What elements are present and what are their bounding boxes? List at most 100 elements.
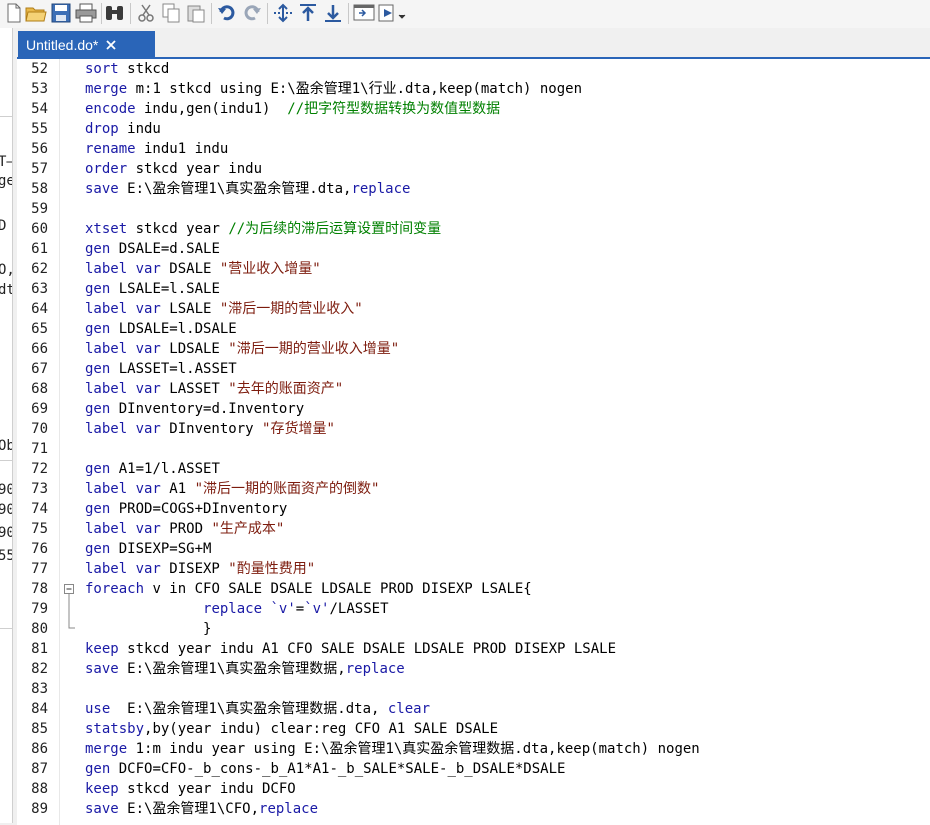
code-line[interactable]: label var LASSET "去年的账面资产" [85, 379, 343, 399]
keyword-token: replace [259, 801, 319, 817]
copy-icon[interactable] [160, 2, 182, 24]
code-token: PROD [160, 521, 212, 537]
string-token: "酌量性费用" [228, 561, 316, 577]
fold-toggle-icon[interactable] [64, 584, 74, 594]
keyword-token: replace [203, 601, 263, 617]
keyword-token: sort [85, 61, 119, 77]
code-token: DSALE=d.SALE [110, 241, 220, 257]
line-number: 59 [31, 201, 48, 217]
code-line[interactable]: save E:\盈余管理1\真实盈余管理数据,replace [85, 659, 405, 679]
open-folder-icon[interactable] [25, 2, 47, 24]
code-line[interactable]: keep stkcd year indu A1 CFO SALE DSALE L… [85, 639, 616, 659]
line-number: 53 [31, 81, 48, 97]
print-icon[interactable] [75, 2, 97, 24]
keyword-token: gen [85, 321, 111, 337]
code-line[interactable]: save E:\盈余管理1\真实盈余管理.dta,replace [85, 179, 410, 199]
keyword-token: clear [387, 701, 431, 717]
code-token: 1:m indu year using E:\盈余管理1\真实盈余管理数据.dt… [127, 741, 700, 757]
line-number: 77 [31, 561, 48, 577]
code-line[interactable]: encode indu,gen(indu1) //把字符型数据转换为数值型数据 [85, 99, 500, 119]
run-selection-up-icon[interactable] [297, 2, 319, 24]
code-line[interactable]: gen LDSALE=l.DSALE [85, 319, 237, 339]
code-token: LDSALE [160, 341, 229, 357]
code-line[interactable]: gen DCFO=CFO-_b_cons-_b_A1*A1-_b_SALE*SA… [85, 759, 565, 779]
code-line[interactable]: merge m:1 stkcd using E:\盈余管理1\行业.dta,ke… [85, 79, 582, 99]
show-results-icon[interactable] [353, 2, 375, 24]
code-token: DSALE [160, 261, 220, 277]
strip-text: 55 [0, 548, 12, 564]
keyword-token: label var [85, 561, 161, 577]
code-line[interactable]: } [85, 619, 211, 639]
new-file-icon[interactable] [3, 2, 25, 24]
left-panel-strip: T– ge D O, dt Ob 90 90 90 55 [0, 28, 13, 823]
code-line[interactable]: label var A1 "滞后一期的账面资产的倒数" [85, 479, 379, 499]
code-line[interactable]: label var DSALE "营业收入增量" [85, 259, 321, 279]
code-area[interactable]: sort stkcd merge m:1 stkcd using E:\盈余管理1… [85, 59, 930, 825]
line-number: 85 [31, 721, 48, 737]
string-token: "生产成本" [211, 521, 285, 537]
code-line[interactable]: sort stkcd [85, 59, 169, 79]
paste-icon[interactable] [185, 2, 207, 24]
code-line[interactable]: gen A1=1/l.ASSET [85, 459, 220, 479]
line-number: 66 [31, 341, 48, 357]
keyword-token: encode [85, 101, 136, 117]
line-number: 76 [31, 541, 48, 557]
execute-do-icon[interactable] [378, 2, 408, 24]
save-icon[interactable] [50, 2, 72, 24]
strip-text: O, [0, 262, 12, 278]
code-line[interactable]: keep stkcd year indu DCFO [85, 779, 296, 799]
cut-icon[interactable] [135, 2, 157, 24]
keyword-token: gen [85, 541, 111, 557]
keyword-token: gen [85, 361, 111, 377]
code-line[interactable]: drop indu [85, 119, 161, 139]
redo-icon[interactable] [241, 2, 263, 24]
code-token: E:\盈余管理1\CFO, [118, 801, 260, 817]
tab-untitled-do[interactable]: Untitled.do* [18, 31, 155, 58]
code-line[interactable]: gen DSALE=d.SALE [85, 239, 220, 259]
code-line[interactable]: gen LASSET=l.ASSET [85, 359, 237, 379]
line-number: 56 [31, 141, 48, 157]
code-line[interactable]: replace `v'=`v'/LASSET [85, 599, 389, 619]
code-token: indu,gen(indu1) [135, 101, 288, 117]
code-line[interactable]: gen PROD=COGS+DInventory [85, 499, 287, 519]
code-line[interactable]: order stkcd year indu [85, 159, 262, 179]
code-line[interactable]: statsby,by(year indu) clear:reg CFO A1 S… [85, 719, 498, 739]
code-token: A1=1/l.ASSET [110, 461, 220, 477]
code-line[interactable]: label var LDSALE "滞后一期的营业收入增量" [85, 339, 399, 359]
code-line[interactable]: label var PROD "生产成本" [85, 519, 284, 539]
code-token: LASSET=l.ASSET [110, 361, 237, 377]
code-line[interactable]: label var DInventory "存货增量" [85, 419, 335, 439]
strip-text: Ob [0, 438, 12, 454]
code-line[interactable]: rename indu1 indu [85, 139, 228, 159]
code-line[interactable]: label var DISEXP "酌量性费用" [85, 559, 315, 579]
keyword-token: label var [85, 421, 161, 437]
code-line[interactable]: merge 1:m indu year using E:\盈余管理1\真实盈余管… [85, 739, 700, 759]
code-line[interactable]: gen DInventory=d.Inventory [85, 399, 304, 419]
indent-icon[interactable] [272, 2, 294, 24]
line-number: 87 [31, 761, 48, 777]
code-line[interactable]: gen DISEXP=SG+M [85, 539, 211, 559]
close-icon[interactable] [106, 39, 117, 50]
line-number: 61 [31, 241, 48, 257]
code-line[interactable]: use E:\盈余管理1\真实盈余管理数据.dta, clear [85, 699, 430, 719]
string-token: "滞后一期的营业收入增量" [228, 341, 400, 357]
code-token: /LASSET [329, 601, 389, 617]
find-icon[interactable] [104, 2, 126, 24]
tab-bar: Untitled.do* [13, 28, 930, 58]
code-line[interactable]: foreach v in CFO SALE DSALE LDSALE PROD … [85, 579, 532, 599]
code-line[interactable]: save E:\盈余管理1\CFO,replace [85, 799, 318, 819]
keyword-token: order [85, 161, 128, 177]
code-line[interactable]: xtset stkcd year //为后续的滞后运算设置时间变量 [85, 219, 441, 239]
code-token: DInventory=d.Inventory [110, 401, 305, 417]
line-number: 74 [31, 501, 48, 517]
keyword-token: label var [85, 481, 161, 497]
keyword-token: foreach [85, 581, 145, 597]
do-file-editor[interactable]: 52 53 54 55 56 57 58 59 60 61 62 63 64 65 66 67 68 69 70 71… [17, 57, 930, 825]
string-token: "滞后一期的营业收入" [219, 301, 363, 317]
code-line[interactable]: label var LSALE "滞后一期的营业收入" [85, 299, 363, 319]
run-selection-down-icon[interactable] [322, 2, 344, 24]
code-token: E:\盈余管理1\真实盈余管理数据, [118, 661, 346, 677]
code-line[interactable]: gen LSALE=l.SALE [85, 279, 220, 299]
undo-icon[interactable] [216, 2, 238, 24]
